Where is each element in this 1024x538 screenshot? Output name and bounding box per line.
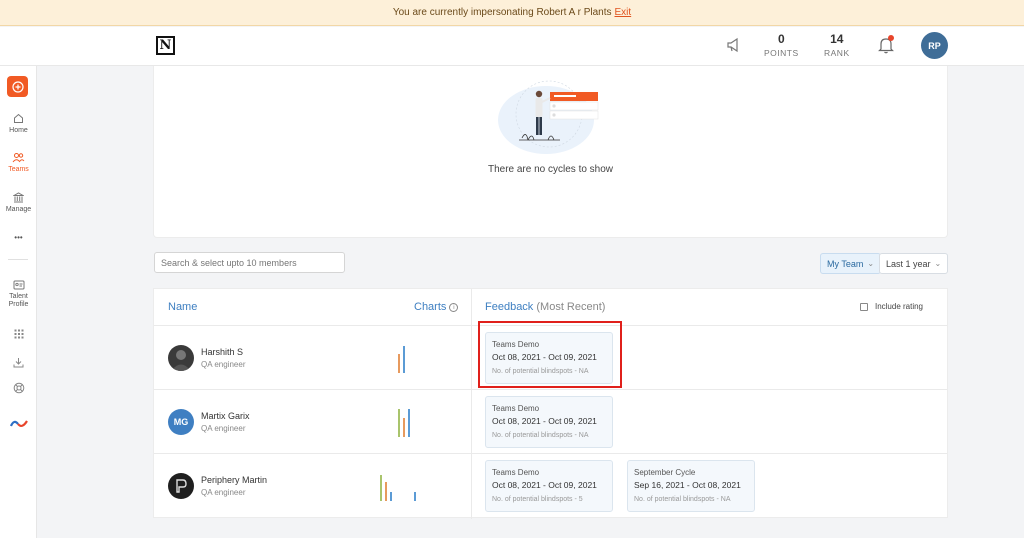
add-button[interactable]	[7, 76, 28, 97]
col-header-feedback: Feedback (Most Recent)	[485, 301, 605, 313]
member-name[interactable]: Martix Garix	[201, 411, 250, 421]
top-bar: N 0 POINTS 14 RANK	[0, 27, 1024, 66]
impersonation-banner: You are currently impersonating Robert A…	[0, 0, 1024, 26]
team-dropdown[interactable]: My Team ⌄	[820, 253, 882, 274]
sidebar-item-support[interactable]	[0, 382, 37, 397]
feedback-blindspots: No. of potential blindspots - NA	[634, 496, 731, 503]
member-avatar	[168, 473, 194, 499]
sidebar-item-apps[interactable]	[0, 329, 37, 342]
exit-impersonation-link[interactable]: Exit	[614, 7, 631, 18]
teams-icon	[12, 153, 25, 163]
rank-label: RANK	[824, 48, 850, 58]
feedback-cycle-title: September Cycle	[634, 468, 696, 477]
sidebar-item-teams[interactable]: Teams	[0, 152, 37, 173]
member-search-input[interactable]	[154, 252, 345, 273]
feedback-card[interactable]: Teams Demo Oct 08, 2021 - Oct 09, 2021 N…	[485, 460, 613, 512]
member-photo-icon	[171, 350, 191, 371]
feedback-card[interactable]: Teams Demo Oct 08, 2021 - Oct 09, 2021 N…	[485, 396, 613, 448]
user-avatar[interactable]: RP	[921, 32, 948, 59]
chevron-down-icon: ⌄	[867, 259, 875, 268]
chart-bar	[403, 346, 405, 373]
sidebar-label-talent: Talent	[9, 293, 28, 300]
table-row[interactable]: Periphery Martin QA engineer Teams Demo …	[154, 454, 947, 518]
chart-bar	[390, 492, 392, 501]
sidebar-label-home: Home	[9, 127, 28, 134]
member-avatar: MG	[168, 409, 194, 435]
feedback-blindspots: No. of potential blindspots - NA	[492, 432, 589, 439]
notification-dot	[888, 35, 894, 41]
sidebar-item-brand[interactable]	[0, 418, 37, 433]
home-icon	[14, 113, 23, 123]
member-avatar	[168, 345, 194, 371]
member-name[interactable]: Harshith S	[201, 347, 243, 357]
member-mini-chart[interactable]	[376, 454, 436, 518]
include-rating-checkbox[interactable]	[859, 302, 868, 311]
col-header-feedback-sub: (Most Recent)	[536, 301, 606, 313]
chart-bar	[408, 409, 410, 437]
include-rating-label: Include rating	[874, 302, 923, 311]
period-dropdown[interactable]: Last 1 year ⌄	[879, 253, 949, 274]
period-dropdown-value: Last 1 year	[886, 258, 931, 269]
col-header-name: Name	[168, 301, 198, 313]
rank-stat[interactable]: 14 RANK	[824, 32, 850, 58]
team-dropdown-value: My Team	[827, 258, 864, 269]
feedback-cycle-title: Teams Demo	[492, 404, 540, 413]
plus-circle-icon	[11, 80, 24, 93]
points-value: 0	[777, 32, 785, 46]
table-row[interactable]: MG Martix Garix QA engineer Teams Demo O…	[154, 390, 947, 454]
brand-logo-icon	[9, 420, 28, 428]
include-rating-toggle[interactable]: Include rating	[859, 302, 923, 311]
sidebar-item-manage[interactable]: Manage	[0, 192, 37, 213]
building-icon	[13, 192, 24, 203]
no-cycles-text: There are no cycles to show	[487, 164, 614, 175]
feedback-cycle-dates: Oct 08, 2021 - Oct 09, 2021	[492, 416, 597, 426]
col-header-feedback-label: Feedback	[485, 301, 534, 313]
feedback-blindspots: No. of potential blindspots - 5	[492, 496, 583, 503]
points-stat[interactable]: 0 POINTS	[764, 32, 799, 58]
sidebar-label-manage: Manage	[5, 206, 32, 213]
chart-bar	[385, 482, 387, 501]
rank-value: 14	[830, 32, 844, 46]
more-icon: •••	[14, 233, 23, 242]
info-icon[interactable]: i	[449, 303, 459, 312]
grid-icon	[14, 329, 23, 339]
sidebar-item-talent-profile[interactable]: Talent Profile	[0, 280, 37, 309]
impersonation-text: You are currently impersonating Robert A…	[392, 7, 612, 18]
member-role: QA engineer	[201, 488, 246, 497]
feedback-cycle-dates: Sep 16, 2021 - Oct 08, 2021	[634, 480, 741, 490]
sidebar-divider	[8, 259, 28, 260]
member-mini-chart[interactable]	[394, 390, 454, 454]
download-icon	[13, 358, 24, 368]
chart-bar	[380, 475, 382, 501]
chart-bar	[403, 418, 405, 437]
sidebar-item-home[interactable]: Home	[0, 113, 37, 134]
member-mini-chart[interactable]	[394, 326, 454, 390]
megaphone-icon[interactable]	[726, 37, 742, 53]
chart-bar	[398, 409, 400, 437]
no-cycles-illustration	[498, 80, 599, 154]
member-role: QA engineer	[201, 360, 246, 369]
member-name[interactable]: Periphery Martin	[201, 475, 267, 485]
id-card-icon	[13, 280, 24, 290]
member-logo-icon	[176, 479, 187, 493]
col-header-charts-label: Charts	[414, 301, 447, 313]
feedback-cycle-dates: Oct 08, 2021 - Oct 09, 2021	[492, 480, 597, 490]
chevron-down-icon: ⌄	[934, 259, 942, 268]
points-label: POINTS	[764, 48, 799, 58]
highlight-box	[478, 321, 622, 388]
sidebar-label-teams: Teams	[8, 166, 29, 173]
feedback-cycle-title: Teams Demo	[492, 468, 540, 477]
app-logo[interactable]: N	[156, 36, 175, 55]
sidebar: Home Teams Manage ••• Talent Profile	[0, 66, 37, 538]
cycles-panel: There are no cycles to show	[153, 66, 948, 238]
feedback-card[interactable]: September Cycle Sep 16, 2021 - Oct 08, 2…	[627, 460, 755, 512]
sidebar-item-download[interactable]	[0, 357, 37, 371]
lifebuoy-icon	[13, 382, 24, 394]
sidebar-label-profile: Profile	[8, 301, 29, 308]
col-header-charts: Charts i	[414, 301, 459, 313]
member-role: QA engineer	[201, 424, 246, 433]
chart-bar	[414, 492, 416, 501]
chart-bar	[398, 354, 400, 373]
sidebar-item-more[interactable]: •••	[0, 233, 37, 242]
